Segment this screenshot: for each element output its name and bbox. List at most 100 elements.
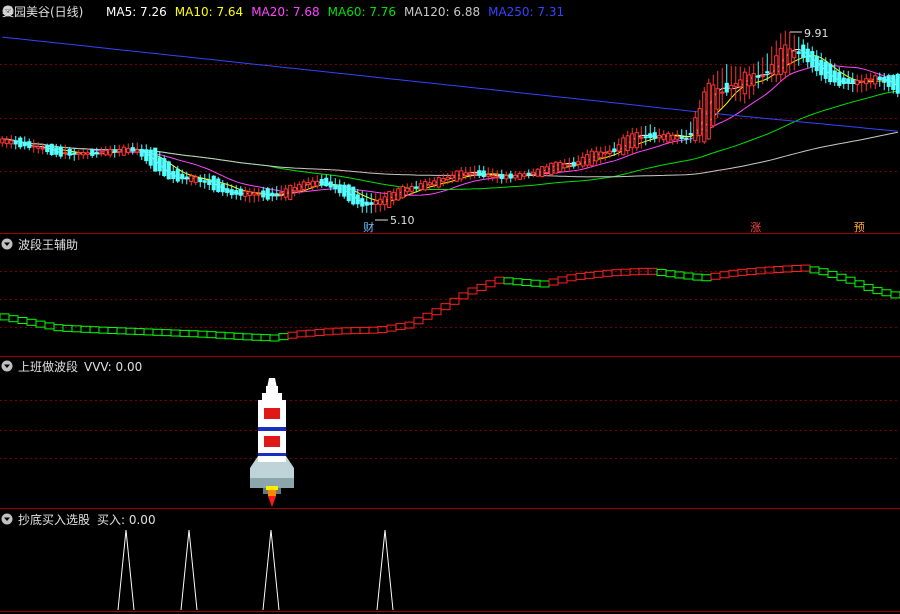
bdw-step-block <box>305 329 316 337</box>
bdw-step-block <box>368 326 379 334</box>
candle-body <box>387 191 392 208</box>
candle-body <box>751 73 756 86</box>
stock-chart-window: 奥园美谷(日线) MA5: 7.26 MA10: 7.64 MA20: 7.68 MA… <box>0 5 900 612</box>
bdw-step-block <box>836 273 847 281</box>
bdw-step-block <box>620 268 631 276</box>
rocket-icon <box>250 378 294 507</box>
candle-body <box>432 180 437 186</box>
bdw-step-block <box>278 333 289 341</box>
event-marker-2: 预 <box>854 221 865 234</box>
candle-body <box>252 192 257 196</box>
candle-body <box>693 117 698 142</box>
candle-body <box>441 178 446 183</box>
candle-body <box>814 55 819 72</box>
ma250-line <box>2 36 898 132</box>
candle-body <box>666 132 671 143</box>
main-header: 奥园美谷(日线) MA5: 7.26 MA10: 7.64 MA20: 7.68 MA… <box>2 5 564 19</box>
candle-body <box>531 171 536 175</box>
bdw-step-block <box>890 291 900 299</box>
ma-legend-item-4: MA120: 6.88 <box>404 5 480 19</box>
bdw-step-block <box>269 334 280 342</box>
candle-body <box>418 183 423 190</box>
candle-body <box>346 184 351 202</box>
candle-body <box>832 70 837 83</box>
candle-body <box>891 75 896 90</box>
bdw-step-block <box>179 329 190 337</box>
candle-body <box>459 170 464 180</box>
candle-body <box>175 168 180 182</box>
candle-body <box>4 139 9 145</box>
ma-legend-item-0: MA5: 7.26 <box>106 5 167 19</box>
candle-body <box>742 71 747 95</box>
bdw-step-block <box>854 280 865 288</box>
collapse-arrow-icon[interactable] <box>1 360 13 372</box>
candle-body <box>778 48 783 75</box>
candle-body <box>634 132 639 149</box>
ma10-line <box>2 54 898 203</box>
collapse-arrow-icon[interactable] <box>1 238 13 250</box>
candle-body <box>207 180 212 185</box>
candle-body <box>333 184 338 190</box>
bdw-title: 波段王辅助 <box>18 237 78 252</box>
bdw-step-block <box>557 276 568 284</box>
candle-body <box>886 75 891 87</box>
cd-value-label: 买入: 0.00 <box>97 513 156 527</box>
candle-body <box>315 180 320 187</box>
candle-body <box>153 147 158 172</box>
candle-body <box>193 176 198 183</box>
ma-legend-item-3: MA60: 7.76 <box>328 5 396 19</box>
candle-body <box>211 175 216 191</box>
candle-body <box>171 171 176 180</box>
candle-body <box>301 181 306 191</box>
candle-body <box>81 151 86 156</box>
candle-body <box>895 73 900 94</box>
candle-body <box>67 148 72 156</box>
candle-body <box>225 188 230 193</box>
bdw-step-block <box>26 318 37 326</box>
candle-body <box>121 146 126 156</box>
high-price-label: 9.91 <box>804 27 829 40</box>
bdw-step-block <box>134 328 145 336</box>
candle-body <box>481 170 486 178</box>
bdw-step-block <box>188 330 199 338</box>
candle-body <box>643 136 648 139</box>
bdw-step-block <box>440 303 451 311</box>
sbz-panel[interactable]: 上班做波段 VVV: 0.00 <box>0 359 900 507</box>
ma-legend-item-1: MA10: 7.64 <box>175 5 243 19</box>
bdw-step-block <box>143 328 154 336</box>
candle-body <box>31 145 36 148</box>
candle-body <box>787 48 792 65</box>
candle-body <box>765 71 770 74</box>
cd-panel[interactable]: 抄底买入选股 买入: 0.00 <box>1 512 394 611</box>
bdw-step-block <box>458 292 469 300</box>
candle-body <box>810 51 815 68</box>
candle-body <box>729 84 734 90</box>
bdw-step-block <box>476 283 487 291</box>
candle-body <box>297 183 302 192</box>
candle-body <box>468 172 473 176</box>
collapse-arrow-icon[interactable] <box>1 513 13 525</box>
sbz-title: 上班做波段 <box>18 359 78 374</box>
bdw-step-block <box>251 333 262 341</box>
main-price-panel[interactable]: 奥园美谷(日线) MA5: 7.26 MA10: 7.64 MA20: 7.68 MA… <box>0 5 900 234</box>
candle-body <box>828 63 833 83</box>
candle-body <box>540 166 545 178</box>
candle-body <box>261 190 266 198</box>
candle-body <box>342 184 347 197</box>
bdw-step-block <box>575 272 586 280</box>
candle-body <box>450 175 455 179</box>
candle-body <box>567 164 572 167</box>
candle-body <box>598 151 603 159</box>
low-price-label: 5.10 <box>390 214 415 227</box>
candle-body <box>864 78 869 85</box>
candle-body <box>256 193 261 196</box>
bdw-panel[interactable]: 波段王辅助 <box>0 237 900 342</box>
candle-body <box>522 173 527 177</box>
bdw-step-block <box>125 327 136 335</box>
candle-body <box>378 198 383 205</box>
bdw-step-block <box>494 276 505 284</box>
candle-body <box>769 63 774 74</box>
candle-body <box>724 82 729 93</box>
candle-body <box>715 88 720 110</box>
sbz-grid <box>0 400 900 459</box>
